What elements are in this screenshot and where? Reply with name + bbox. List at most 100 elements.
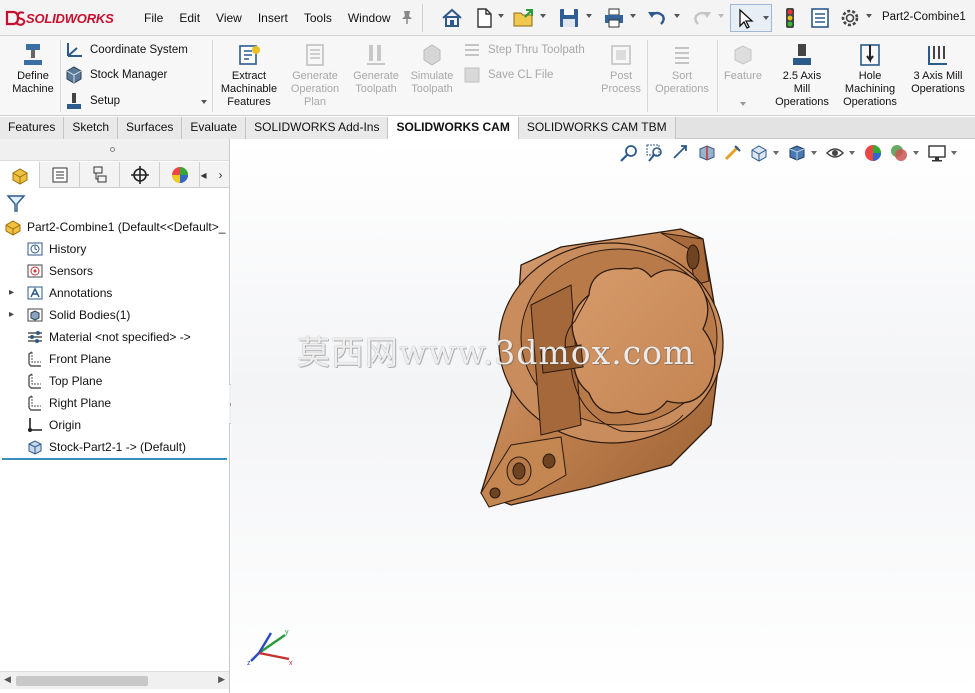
configurationmanager-tab[interactable] xyxy=(80,162,120,188)
chevron-down-icon[interactable] xyxy=(773,151,779,155)
command-manager: Define Machine Coordinate System Stock M… xyxy=(0,36,975,116)
view-orientation-icon[interactable] xyxy=(749,143,769,163)
zoom-to-area-icon[interactable] xyxy=(645,143,665,163)
chevron-down-icon[interactable] xyxy=(811,151,817,155)
dynamic-annotation-icon[interactable] xyxy=(723,143,743,163)
expand-arrow-icon[interactable]: ▸ xyxy=(9,287,17,299)
expand-arrow-icon[interactable]: ▸ xyxy=(9,309,17,321)
section-view-icon[interactable] xyxy=(697,143,717,163)
chevron-down-icon[interactable] xyxy=(586,14,592,18)
chevron-down-icon[interactable] xyxy=(201,100,207,104)
save-icon[interactable] xyxy=(557,6,581,30)
tree-item-label: Sensors xyxy=(49,264,94,278)
chevron-down-icon[interactable] xyxy=(763,16,769,20)
solid-bodies-icon xyxy=(27,308,43,322)
tree-root-part[interactable]: Part2-Combine1 (Default<<Default>_ xyxy=(4,217,225,237)
tree-item-label: Right Plane xyxy=(49,396,112,410)
chevron-down-icon[interactable] xyxy=(849,151,855,155)
menu-tools[interactable]: Tools xyxy=(296,11,340,25)
view-settings-icon[interactable] xyxy=(927,143,947,163)
zoom-to-fit-icon[interactable] xyxy=(619,143,639,163)
chevron-right-icon[interactable]: › xyxy=(212,162,229,188)
tab-features[interactable]: Features xyxy=(0,117,65,139)
tree-root-label: Part2-Combine1 (Default<<Default>_ xyxy=(27,220,226,234)
generate-toolpath-button: Generate Toolpath xyxy=(348,42,404,96)
chevron-left-icon[interactable]: ◂ xyxy=(195,162,212,188)
home-icon[interactable] xyxy=(440,6,464,30)
solidworks-logo[interactable]: SOLIDWORKS xyxy=(4,8,114,28)
tree-item-right-plane[interactable]: Right Plane xyxy=(26,393,111,413)
previous-view-icon[interactable] xyxy=(671,143,691,163)
menu-edit[interactable]: Edit xyxy=(171,11,208,25)
chevron-down-icon[interactable] xyxy=(951,151,957,155)
drill-icon xyxy=(860,44,880,66)
display-style-icon[interactable] xyxy=(787,143,807,163)
chevron-down-icon[interactable] xyxy=(540,14,546,18)
propertymanager-tab[interactable] xyxy=(40,162,80,188)
options-icon[interactable] xyxy=(838,6,862,30)
chevron-down-icon[interactable] xyxy=(630,14,636,18)
chevron-down-icon[interactable] xyxy=(866,14,872,18)
extract-machinable-features-button[interactable]: Extract Machinable Features xyxy=(216,42,282,109)
tab-solidworks-add-ins[interactable]: SOLIDWORKS Add-Ins xyxy=(246,117,389,139)
open-icon[interactable] xyxy=(512,6,536,30)
chevron-down-icon[interactable] xyxy=(498,14,504,18)
group-separator xyxy=(60,40,61,112)
chevron-down-icon[interactable] xyxy=(674,14,680,18)
tab-surfaces[interactable]: Surfaces xyxy=(118,117,183,139)
apply-scene-icon[interactable] xyxy=(889,143,909,163)
scroll-right-icon[interactable]: ▶ xyxy=(218,674,225,685)
feature-manager-panel: ◂ › Part2-Combine1 (Default<<Default>_ H… xyxy=(0,139,230,693)
tree-item-stock[interactable]: Stock-Part2-1 -> (Default) xyxy=(26,437,186,457)
tab-solidworks-cam[interactable]: SOLIDWORKS CAM xyxy=(388,117,519,139)
menu-view[interactable]: View xyxy=(208,11,250,25)
panel-grip[interactable] xyxy=(0,139,229,161)
scroll-left-icon[interactable]: ◀ xyxy=(4,674,11,685)
edit-appearance-icon[interactable] xyxy=(863,143,883,163)
tree-item-solid-bodies[interactable]: ▸ Solid Bodies(1) xyxy=(9,305,130,325)
tree-item-material[interactable]: Material <not specified> -> xyxy=(26,327,191,347)
2-5-axis-mill-operations-button[interactable]: 2.5 Axis Mill Operations xyxy=(770,42,834,109)
menu-file[interactable]: File xyxy=(136,11,171,25)
filter-icon[interactable] xyxy=(6,193,26,213)
print-icon[interactable] xyxy=(602,6,626,30)
stock-manager-button[interactable]: Stock Manager xyxy=(64,65,167,85)
menu-window[interactable]: Window xyxy=(340,11,399,25)
tree-item-front-plane[interactable]: Front Plane xyxy=(26,349,111,369)
tree-item-sensors[interactable]: Sensors xyxy=(26,261,93,281)
tree-item-origin[interactable]: Origin xyxy=(26,415,81,435)
coordinate-system-icon xyxy=(67,43,82,57)
menu-insert[interactable]: Insert xyxy=(250,11,296,25)
pin-icon[interactable] xyxy=(400,9,414,25)
tree-item-history[interactable]: History xyxy=(26,239,86,259)
rollback-bar[interactable] xyxy=(2,458,227,460)
generate-toolpath-label: Generate Toolpath xyxy=(353,70,399,95)
setup-button[interactable]: Setup xyxy=(64,91,120,111)
coordinate-system-button[interactable]: Coordinate System xyxy=(64,40,188,60)
3-axis-mill-operations-button[interactable]: 3 Axis Mill Operations xyxy=(906,42,970,96)
undo-icon[interactable] xyxy=(645,6,669,30)
graphics-viewport[interactable]: 莫西网www.3dmox.com z x y xyxy=(231,139,975,693)
chevron-down-icon[interactable] xyxy=(913,151,919,155)
extract-machinable-features-label: Extract Machinable Features xyxy=(220,70,278,108)
chevron-down-icon[interactable] xyxy=(740,102,746,106)
featuremanager-tab[interactable] xyxy=(0,162,40,188)
scrollbar-thumb[interactable] xyxy=(16,676,148,686)
new-document-icon[interactable] xyxy=(472,6,496,30)
hide-show-items-icon[interactable] xyxy=(825,143,845,163)
define-machine-button[interactable]: Define Machine xyxy=(8,42,58,96)
displaymanager-tab[interactable] xyxy=(160,162,200,188)
grip-dot-icon xyxy=(110,147,115,152)
tab-sketch[interactable]: Sketch xyxy=(64,117,119,139)
horizontal-scrollbar[interactable]: ◀ ▶ xyxy=(0,671,229,689)
file-properties-icon[interactable] xyxy=(808,6,832,30)
tree-item-top-plane[interactable]: Top Plane xyxy=(26,371,102,391)
tree-item-annotations[interactable]: ▸ Annotations xyxy=(9,283,112,303)
rebuild-icon[interactable] xyxy=(778,6,802,30)
hole-machining-operations-button[interactable]: Hole Machining Operations xyxy=(838,42,902,109)
tab-solidworks-cam-tbm[interactable]: SOLIDWORKS CAM TBM xyxy=(518,117,676,139)
tab-evaluate[interactable]: Evaluate xyxy=(182,117,247,139)
select-button[interactable] xyxy=(730,4,772,32)
sort-icon xyxy=(675,47,689,64)
dimxpertmanager-tab[interactable] xyxy=(120,162,160,188)
